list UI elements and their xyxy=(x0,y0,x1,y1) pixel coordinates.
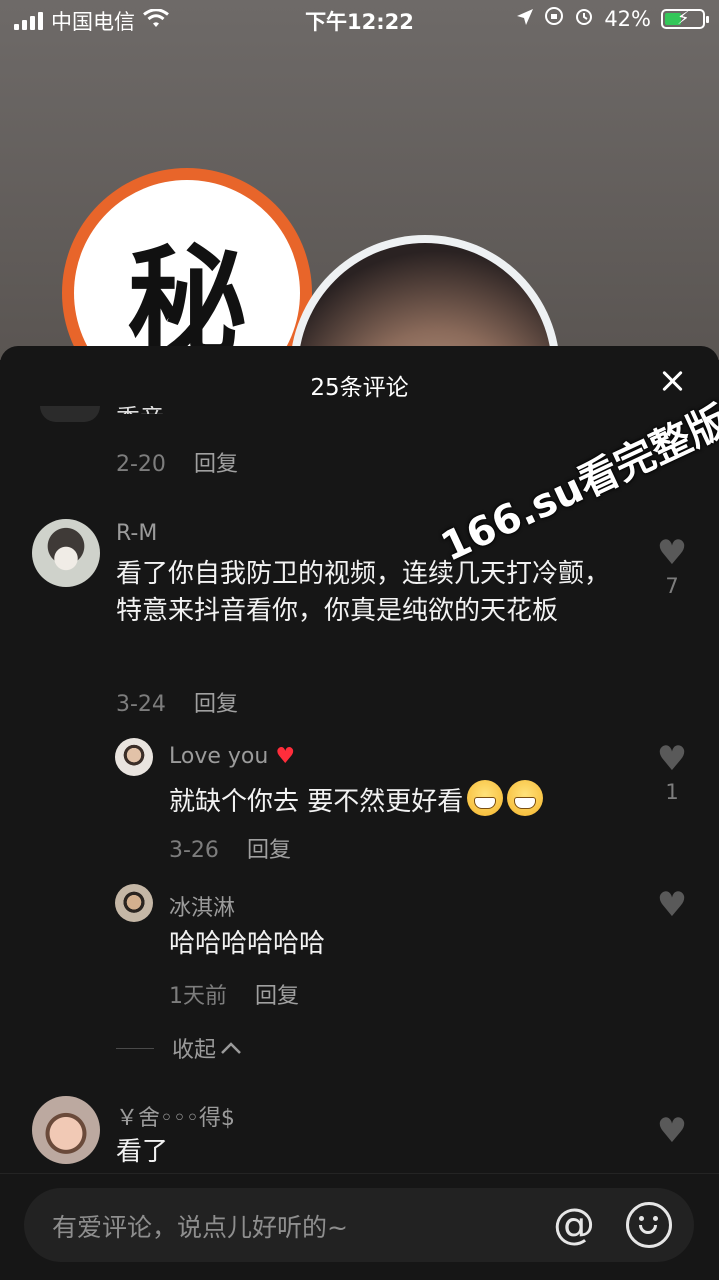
comment-input[interactable]: 有爱评论，说点儿好听的~ @ xyxy=(24,1188,694,1262)
reply-button[interactable]: 回复 xyxy=(255,984,299,1009)
comment-text: 秀音 xyxy=(116,406,164,414)
comment-meta: 3-26 回复 xyxy=(169,832,291,864)
comment-input-bar: 有爱评论，说点儿好听的~ @ xyxy=(0,1173,719,1280)
comment-meta: 1天前 回复 xyxy=(169,978,299,1010)
comment-meta: 3-24 回复 xyxy=(116,686,238,718)
comment-date: 1天前 xyxy=(169,984,227,1009)
comment-date: 2-20 xyxy=(116,452,166,477)
avatar[interactable] xyxy=(32,1096,100,1164)
username[interactable]: 冰淇淋 xyxy=(169,890,235,922)
grin-emoji-icon xyxy=(467,780,504,816)
like-button[interactable]: ♥ 1 xyxy=(642,742,702,804)
alarm-icon xyxy=(574,6,594,31)
collapse-replies[interactable]: 收起 xyxy=(116,1032,242,1064)
close-button[interactable] xyxy=(657,366,687,396)
comment-text-row: 就缺个你去 要不然更好看 xyxy=(169,780,629,821)
collapse-label: 收起 xyxy=(172,1038,217,1063)
battery-percent: 42% xyxy=(604,6,651,31)
heart-icon: ♥ xyxy=(656,885,688,925)
status-bar: 中国电信 下午12:22 42% ⚡ xyxy=(0,0,719,40)
video-portrait xyxy=(290,235,560,360)
username[interactable]: R-M xyxy=(116,521,157,546)
location-icon xyxy=(516,7,534,31)
comment-text: 哈哈哈哈哈哈 xyxy=(169,929,326,959)
comment-date: 3-24 xyxy=(116,692,166,717)
battery-icon: ⚡ xyxy=(661,8,709,29)
comment-date: 3-26 xyxy=(169,838,219,863)
input-placeholder: 有爱评论，说点儿好听的~ xyxy=(52,1213,348,1242)
video-background: 秘 xyxy=(0,0,719,360)
reply-button[interactable]: 回复 xyxy=(247,838,291,863)
like-button[interactable]: ♥ xyxy=(642,888,702,922)
orientation-lock-icon xyxy=(544,6,564,31)
grin-emoji-icon xyxy=(507,780,544,816)
at-mention-icon[interactable]: @ xyxy=(550,1200,598,1248)
emoji-icon[interactable] xyxy=(626,1202,672,1248)
username-row[interactable]: Love you ♥ xyxy=(169,744,295,769)
heart-icon: ♥ xyxy=(656,1111,688,1151)
portrait-photo xyxy=(298,243,552,360)
comment-text: 看了你自我防卫的视频，连续几天打冷颤，特意来抖音看你，你真是纯欲的天花板 xyxy=(116,559,611,626)
username: Love you xyxy=(169,744,269,769)
comment-meta: 2-20 回复 xyxy=(116,446,238,478)
like-count: 7 xyxy=(665,574,679,598)
avatar xyxy=(40,406,100,422)
heart-icon: ♥ xyxy=(656,533,688,573)
secret-badge: 秘 xyxy=(62,168,312,360)
red-heart-icon: ♥ xyxy=(275,744,296,769)
reply-button[interactable]: 回复 xyxy=(194,692,238,717)
comment-text: 就缺个你去 要不然更好看 xyxy=(169,787,464,817)
divider xyxy=(116,1047,154,1049)
comment-text: 看了 xyxy=(116,1137,169,1167)
badge-char: 秘 xyxy=(74,180,300,360)
like-button[interactable]: ♥ 7 xyxy=(642,536,702,598)
avatar[interactable] xyxy=(115,738,153,776)
like-button[interactable]: ♥ xyxy=(642,1114,702,1148)
like-count: 1 xyxy=(665,780,679,804)
avatar[interactable] xyxy=(32,519,100,587)
chevron-up-icon xyxy=(221,1042,241,1054)
avatar[interactable] xyxy=(115,884,153,922)
comment-list[interactable]: 秀音 2-20 回复 R-M 看了你自我防卫的视频，连续几天打冷颤，特意来抖音看你… xyxy=(0,406,719,1170)
reply-button[interactable]: 回复 xyxy=(194,452,238,477)
comment-count-title: 25条评论 xyxy=(310,375,409,401)
username[interactable]: ￥舍◦◦◦得$ xyxy=(116,1100,235,1132)
heart-icon: ♥ xyxy=(656,739,688,779)
